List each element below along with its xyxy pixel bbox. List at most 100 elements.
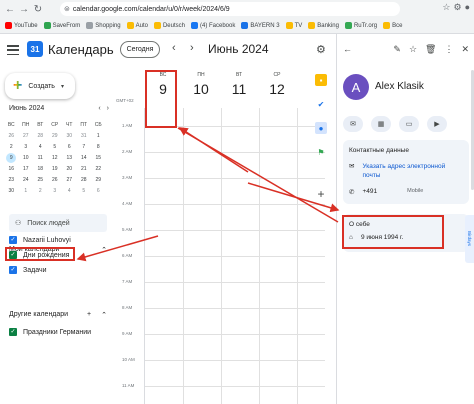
mini-day[interactable]: 5 bbox=[77, 185, 92, 196]
keep-icon[interactable]: ▪ bbox=[315, 74, 327, 86]
calendar-list-item[interactable]: ✓ Nazarii Luhovyi bbox=[9, 236, 71, 244]
mini-day[interactable]: 13 bbox=[62, 152, 77, 163]
mini-day[interactable]: 30 bbox=[62, 130, 77, 141]
mini-day[interactable]: 21 bbox=[77, 163, 92, 174]
mini-day[interactable]: 3 bbox=[48, 185, 63, 196]
day-date[interactable]: 11 bbox=[220, 81, 258, 97]
day-column-header[interactable]: СР 12 bbox=[258, 72, 296, 97]
mini-day[interactable]: 8 bbox=[91, 141, 106, 152]
edit-icon[interactable]: ✎ bbox=[393, 44, 401, 55]
birthdays-side-tab[interactable]: Birdays bbox=[465, 215, 474, 263]
mini-day[interactable]: 9 bbox=[4, 152, 19, 163]
other-calendars-header[interactable]: Другие календари + ⌃ bbox=[9, 311, 107, 319]
tasks-icon[interactable]: ✔ bbox=[315, 98, 327, 110]
add-addon-icon[interactable]: + bbox=[315, 187, 327, 201]
mini-day[interactable]: 24 bbox=[19, 174, 34, 185]
mini-day[interactable]: 14 bbox=[77, 152, 92, 163]
create-button[interactable]: + Создать ▾ bbox=[5, 73, 75, 99]
day-date[interactable]: 10 bbox=[182, 81, 220, 97]
main-menu-icon[interactable] bbox=[7, 45, 19, 55]
mini-day[interactable]: 7 bbox=[77, 141, 92, 152]
back-arrow-icon[interactable]: ← bbox=[343, 44, 352, 55]
calendar-list-item[interactable]: ✓ Праздники Германии bbox=[9, 328, 91, 336]
bookmark-item[interactable]: (4) Facebook bbox=[188, 22, 238, 29]
calendar-event-icon[interactable]: ▦ bbox=[371, 116, 391, 132]
mini-day[interactable]: 16 bbox=[4, 163, 19, 174]
mini-day[interactable]: 12 bbox=[48, 152, 63, 163]
checkbox-icon[interactable]: ✓ bbox=[9, 236, 17, 244]
mini-day[interactable]: 15 bbox=[91, 152, 106, 163]
mini-day[interactable]: 18 bbox=[33, 163, 48, 174]
add-calendar-icon[interactable]: + bbox=[87, 311, 91, 319]
search-people-input[interactable]: ⚇ Поиск людей bbox=[9, 214, 107, 232]
bookmark-item[interactable]: Deutsch bbox=[151, 22, 188, 29]
site-info-icon[interactable]: ⊜ bbox=[64, 5, 70, 13]
mini-day[interactable]: 28 bbox=[77, 174, 92, 185]
forward-icon[interactable]: → bbox=[17, 2, 31, 16]
calendar-list-item[interactable]: ✓ Задачи bbox=[9, 266, 47, 274]
bookmark-item[interactable]: Auto bbox=[124, 22, 151, 29]
mini-day[interactable]: 1 bbox=[91, 130, 106, 141]
chat-icon[interactable]: ▭ bbox=[399, 116, 419, 132]
mini-day[interactable]: 5 bbox=[48, 141, 63, 152]
delete-icon[interactable]: 🗑 bbox=[425, 44, 436, 55]
next-week-icon[interactable]: › bbox=[190, 42, 194, 54]
back-icon[interactable]: ← bbox=[3, 2, 17, 16]
close-icon[interactable]: ✕ bbox=[461, 44, 469, 55]
mini-day[interactable]: 3 bbox=[19, 141, 34, 152]
bookmark-item[interactable]: SaveFrom bbox=[41, 22, 84, 29]
mini-day[interactable]: 6 bbox=[62, 141, 77, 152]
mini-day[interactable]: 11 bbox=[33, 152, 48, 163]
mini-day[interactable]: 31 bbox=[77, 130, 92, 141]
mini-day[interactable]: 1 bbox=[19, 185, 34, 196]
mini-day[interactable]: 4 bbox=[62, 185, 77, 196]
profile-icon[interactable]: ● bbox=[465, 2, 470, 13]
previous-week-icon[interactable]: ‹ bbox=[172, 42, 176, 54]
mini-day[interactable]: 23 bbox=[4, 174, 19, 185]
bookmark-item[interactable]: TV bbox=[283, 22, 306, 29]
mini-day[interactable]: 29 bbox=[91, 174, 106, 185]
mini-day[interactable]: 25 bbox=[33, 174, 48, 185]
mini-next-icon[interactable]: › bbox=[107, 105, 109, 112]
url-field[interactable]: ⊜ calendar.google.com/calendar/u/0/r/wee… bbox=[60, 2, 400, 16]
bookmark-item[interactable]: Все bbox=[380, 22, 405, 29]
mini-day[interactable]: 10 bbox=[19, 152, 34, 163]
day-column-header[interactable]: ВТ 11 bbox=[220, 72, 258, 97]
mini-day[interactable]: 20 bbox=[62, 163, 77, 174]
bookmark-item[interactable]: RuTr.org bbox=[342, 22, 380, 29]
video-call-icon[interactable]: ▶ bbox=[427, 116, 447, 132]
email-icon[interactable]: ✉ bbox=[343, 116, 363, 132]
add-email-link[interactable]: Указать адрес электронной почты bbox=[362, 162, 462, 180]
bookmark-item[interactable]: YouTube bbox=[2, 22, 41, 29]
mini-day[interactable]: 29 bbox=[48, 130, 63, 141]
mini-day[interactable]: 26 bbox=[48, 174, 63, 185]
mini-prev-icon[interactable]: ‹ bbox=[98, 105, 100, 112]
bookmark-item[interactable]: BAYERN 3 bbox=[238, 22, 282, 29]
maps-icon[interactable]: ⚑ bbox=[315, 146, 327, 158]
reload-icon[interactable]: ↻ bbox=[31, 2, 45, 16]
settings-gear-icon[interactable]: ⚙ bbox=[316, 43, 326, 56]
checkbox-icon[interactable]: ✓ bbox=[9, 328, 17, 336]
more-icon[interactable]: ⋮ bbox=[444, 44, 453, 55]
star-icon[interactable]: ☆ bbox=[409, 44, 417, 55]
mini-day[interactable]: 2 bbox=[4, 141, 19, 152]
today-button[interactable]: Сегодня bbox=[120, 41, 160, 58]
day-column-header[interactable]: ПН 10 bbox=[182, 72, 220, 97]
bookmark-item[interactable]: Shopping bbox=[83, 22, 123, 29]
mini-day[interactable]: 22 bbox=[91, 163, 106, 174]
checkbox-icon[interactable]: ✓ bbox=[9, 266, 17, 274]
mini-day[interactable]: 27 bbox=[19, 130, 34, 141]
mini-day[interactable]: 6 bbox=[91, 185, 106, 196]
star-icon[interactable]: ☆ bbox=[442, 2, 450, 13]
contacts-icon[interactable]: ● bbox=[315, 122, 327, 134]
mini-day[interactable]: 27 bbox=[62, 174, 77, 185]
mini-day[interactable]: 17 bbox=[19, 163, 34, 174]
mini-day[interactable]: 2 bbox=[33, 185, 48, 196]
extensions-icon[interactable]: ⚙ bbox=[453, 2, 461, 13]
mini-day[interactable]: 4 bbox=[33, 141, 48, 152]
day-date[interactable]: 12 bbox=[258, 81, 296, 97]
mini-day[interactable]: 26 bbox=[4, 130, 19, 141]
bookmark-item[interactable]: Banking bbox=[305, 22, 342, 29]
time-grid[interactable] bbox=[144, 108, 325, 404]
mini-day[interactable]: 19 bbox=[48, 163, 63, 174]
